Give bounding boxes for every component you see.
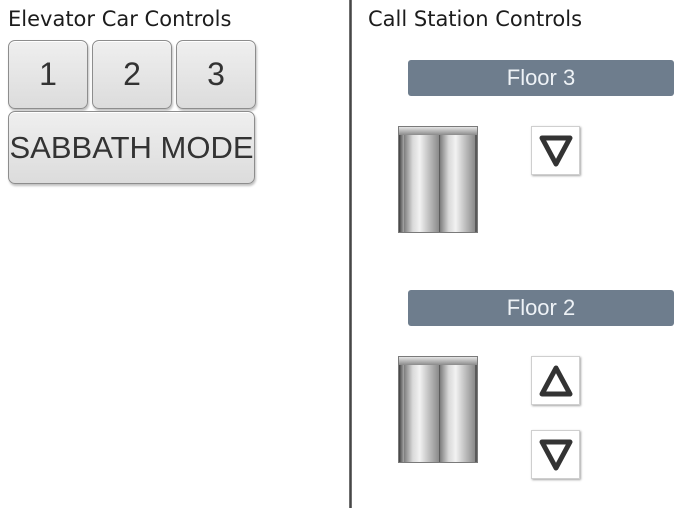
car-floor-button-1[interactable]: 1 <box>8 40 88 109</box>
floor-2-elevator-door-icon <box>398 356 478 463</box>
car-floor-button-2-label: 2 <box>123 56 141 92</box>
floor-3-elevator-door-icon <box>398 126 478 233</box>
car-floor-button-3[interactable]: 3 <box>176 40 256 109</box>
floor-3-down-call-button[interactable] <box>531 126 580 175</box>
floor-2-header: Floor 2 <box>408 290 674 326</box>
floor-2-down-call-button[interactable] <box>531 430 580 479</box>
down-arrow-icon <box>539 135 572 166</box>
car-floor-button-1-label: 1 <box>39 56 57 92</box>
sabbath-mode-label: SABBATH MODE <box>9 129 254 165</box>
floor-2-up-call-button[interactable] <box>531 356 580 405</box>
car-floor-button-3-label: 3 <box>207 56 225 92</box>
panel-divider <box>349 0 352 508</box>
sabbath-mode-button[interactable]: SABBATH MODE <box>8 111 255 184</box>
elevator-car-controls-title: Elevator Car Controls <box>8 7 232 31</box>
call-station-controls-title: Call Station Controls <box>368 7 583 31</box>
car-floor-button-2[interactable]: 2 <box>92 40 172 109</box>
down-arrow-icon <box>539 439 572 470</box>
up-arrow-icon <box>539 365 572 396</box>
app-window: Elevator Car Controls 1 2 3 SABBATH MODE… <box>0 0 695 508</box>
floor-3-header: Floor 3 <box>408 60 674 96</box>
